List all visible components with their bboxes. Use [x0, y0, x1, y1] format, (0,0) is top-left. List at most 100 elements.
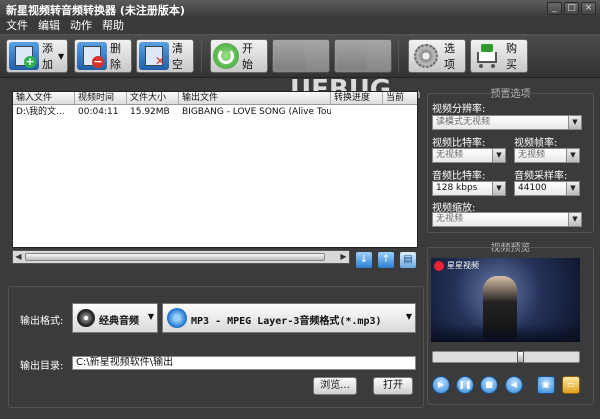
video-preview: 星星视频: [431, 258, 580, 342]
audio-bitrate-label: 音频比特率:: [432, 171, 486, 182]
video-resolution-select[interactable]: 读模式无视频 ▼: [432, 115, 582, 130]
maximize-icon[interactable]: □: [564, 2, 579, 15]
delete-label: 删除: [110, 42, 121, 71]
folder-icon[interactable]: ▭: [562, 376, 580, 394]
scroll-left-icon[interactable]: ◀: [13, 251, 24, 263]
video-overlay-text: 星星视频: [447, 261, 479, 270]
output-format-select[interactable]: MP3 - MPEG Layer-3音频格式(*.mp3) ▼: [162, 303, 416, 333]
options-label: 选项: [444, 42, 455, 71]
convert-refresh-icon: [213, 43, 239, 69]
scrollbar-thumb[interactable]: [25, 253, 325, 261]
seek-slider-knob[interactable]: [517, 351, 524, 363]
column-header[interactable]: 视频时间: [75, 92, 127, 104]
file-list-header: 输入文件 视频时间 文件大小 输出文件 转换进度 当前: [13, 92, 417, 105]
video-framerate-select[interactable]: 无视频 ▼: [514, 148, 580, 163]
chevron-down-icon[interactable]: ▼: [566, 149, 579, 162]
output-category-value: 经典音频: [99, 316, 139, 327]
file-list[interactable]: 输入文件 视频时间 文件大小 输出文件 转换进度 当前 D:\我的文... 00…: [12, 91, 418, 248]
audio-bitrate-select[interactable]: 128 kbps ▼: [432, 181, 506, 196]
clear-button[interactable]: ✕ 清空: [136, 39, 194, 73]
close-icon[interactable]: ×: [581, 2, 596, 15]
pause-icon: [337, 42, 367, 70]
clear-list-icon: ✕: [139, 42, 169, 70]
menu-bar: 文件 编辑 动作 帮助: [0, 18, 600, 34]
play-icon[interactable]: ▶: [432, 376, 450, 394]
chevron-down-icon[interactable]: ▼: [58, 52, 64, 61]
stop-icon[interactable]: ■: [480, 376, 498, 394]
chevron-down-icon[interactable]: ▼: [566, 182, 579, 195]
audio-samplerate-label: 音频采样率:: [514, 171, 568, 182]
video-bitrate-select[interactable]: 无视频 ▼: [432, 148, 506, 163]
move-down-icon[interactable]: ↓: [356, 252, 372, 268]
toolbar: + 添加 ▼ − 删除 ✕ 清空 开始 选项 购买 UEBUG: [0, 34, 600, 105]
pause-button[interactable]: [334, 39, 392, 73]
speaker-icon: [77, 309, 95, 327]
column-header[interactable]: 输入文件: [13, 92, 75, 104]
horizontal-scrollbar[interactable]: ◀ ▶: [12, 250, 350, 264]
gear-icon: [411, 42, 441, 70]
output-dir-label: 输出目录:: [20, 361, 64, 372]
chevron-down-icon[interactable]: ▼: [148, 312, 154, 321]
add-button[interactable]: + 添加 ▼: [6, 39, 68, 73]
chevron-down-icon[interactable]: ▼: [492, 182, 505, 195]
browse-button[interactable]: 浏览...: [313, 377, 357, 395]
delete-button[interactable]: − 删除: [74, 39, 132, 73]
volume-icon[interactable]: ◀: [505, 376, 523, 394]
video-bitrate-label: 视频比特率:: [432, 138, 486, 149]
video-bitrate-value: 无视频: [436, 150, 464, 160]
audio-samplerate-select[interactable]: 44100 ▼: [514, 181, 580, 196]
cell-current: [383, 105, 417, 119]
output-format-label: 输出格式:: [20, 316, 64, 327]
window-controls: _ □ ×: [547, 2, 596, 15]
chevron-down-icon[interactable]: ▼: [568, 116, 581, 129]
seek-slider[interactable]: [432, 351, 580, 363]
stage-crowd: [431, 324, 580, 342]
shopping-cart-icon: [473, 42, 503, 70]
audio-format-icon: [167, 308, 187, 328]
snapshot-icon[interactable]: ▣: [537, 376, 555, 394]
column-header[interactable]: 文件大小: [127, 92, 179, 104]
cell-size: 15.92MB: [130, 107, 170, 117]
start-button[interactable]: 开始: [210, 39, 268, 73]
column-header[interactable]: 输出文件: [179, 92, 331, 104]
open-button[interactable]: 打开: [373, 377, 413, 395]
menu-file[interactable]: 文件: [6, 18, 28, 34]
cell-input-file: D:\我的文...: [16, 107, 65, 117]
start-label: 开始: [242, 42, 253, 71]
clear-label: 清空: [172, 42, 183, 71]
minimize-icon[interactable]: _: [547, 2, 562, 15]
toolbar-separator: [398, 39, 399, 73]
file-info-icon[interactable]: ▤: [400, 252, 416, 268]
buy-label: 购买: [506, 42, 517, 71]
move-up-icon[interactable]: ↑: [378, 252, 394, 268]
pause-icon[interactable]: ❚❚: [456, 376, 474, 394]
output-format-value: MP3 - MPEG Layer-3音频格式(*.mp3): [191, 316, 382, 327]
buy-button[interactable]: 购买: [470, 39, 528, 73]
column-header[interactable]: 当前: [383, 92, 417, 104]
chevron-down-icon[interactable]: ▼: [406, 312, 412, 321]
video-framerate-label: 视频帧率:: [514, 138, 558, 149]
audio-samplerate-value: 44100: [518, 183, 547, 193]
video-framerate-value: 无视频: [518, 150, 546, 160]
stop-button[interactable]: [272, 39, 330, 73]
chevron-down-icon[interactable]: ▼: [568, 213, 581, 226]
scroll-right-icon[interactable]: ▶: [338, 251, 349, 263]
add-file-icon: +: [9, 42, 39, 70]
video-scale-value: 无视频: [436, 214, 464, 224]
delete-file-icon: −: [77, 42, 107, 70]
video-resolution-label: 视频分辨率:: [432, 104, 486, 115]
output-dir-field[interactable]: C:\新星视频软件\输出: [72, 356, 416, 370]
stop-icon: [275, 42, 305, 70]
window-title: 新星视频转音频转换器 (未注册版本): [6, 4, 185, 17]
menu-action[interactable]: 动作: [70, 18, 92, 34]
table-row[interactable]: D:\我的文... 00:04:11 15.92MB BIGBANG - LOV…: [13, 105, 417, 119]
column-header[interactable]: 转换进度: [331, 92, 383, 104]
chevron-down-icon[interactable]: ▼: [492, 149, 505, 162]
options-button[interactable]: 选项: [408, 39, 466, 73]
menu-help[interactable]: 帮助: [102, 18, 124, 34]
menu-edit[interactable]: 编辑: [38, 18, 60, 34]
cell-duration: 00:04:11: [78, 107, 119, 117]
audio-bitrate-value: 128 kbps: [436, 183, 478, 193]
output-category-select[interactable]: 经典音频 ▼: [72, 303, 158, 333]
video-scale-select[interactable]: 无视频 ▼: [432, 212, 582, 227]
